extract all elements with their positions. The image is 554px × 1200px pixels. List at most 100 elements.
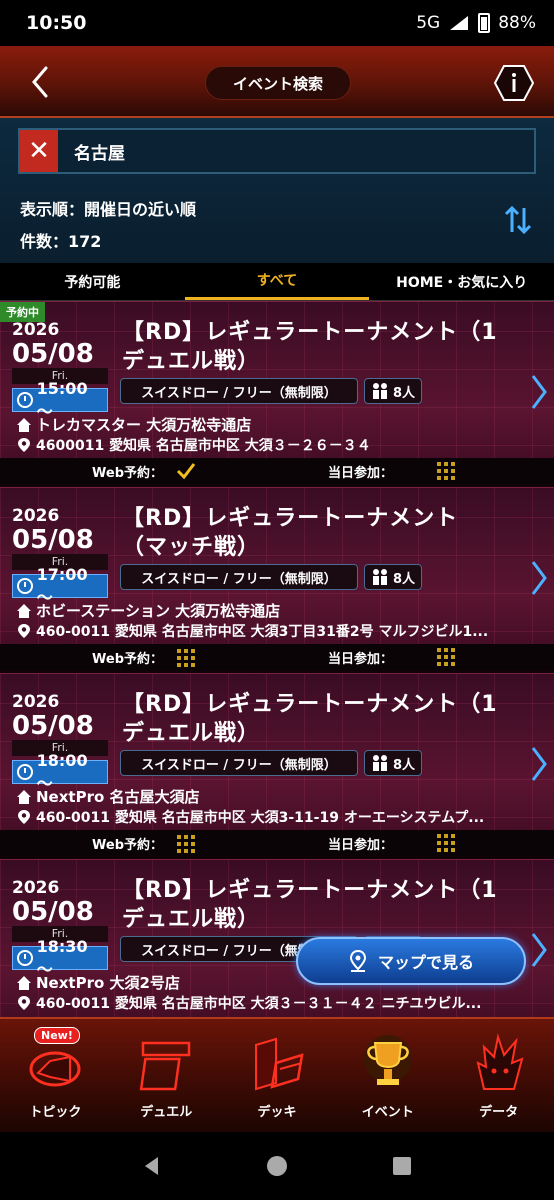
address-text: 460-0011 愛知県 名古屋市中区 大須3-11-19 オーエーシステムプ.… [36,810,485,826]
map-view-label: マップで見る [377,953,474,972]
search-field[interactable]: ✕ 名古屋 [18,128,536,174]
web-reservation-label: Web予約： [92,651,163,667]
event-card[interactable]: 予約中 2026 05/08 Fri. 15:00 〜 【RD】レギュラートーナ… [0,301,554,484]
reservation-status-row: Web予約： 当日参加： [0,830,554,856]
nav-event[interactable]: イベント [332,1019,443,1132]
nav-duel-label: デュエル [140,1105,193,1120]
event-title: 【RD】レギュラートーナメント（マッチ戦） [122,506,459,560]
capacity-text: 8人 [392,571,416,587]
capacity-tag: 8人 [364,378,422,404]
event-card[interactable]: 2026 05/08 Fri. 17:00 〜 【RD】レギュラートーナメント（… [0,487,554,670]
new-badge: New! [34,1027,80,1044]
walk-in-label: 当日参加： [328,465,394,481]
home-icon [17,789,31,804]
event-date: 05/08 [12,525,94,555]
duel-field-icon [139,1041,191,1091]
nav-data-label: データ [479,1105,519,1120]
reservation-status-row: Web予約： 当日参加： [0,644,554,670]
home-icon [17,417,31,432]
tab-reservable[interactable]: 予約可能 [0,263,185,300]
clock-icon [17,950,33,966]
map-view-button[interactable]: マップで見る [296,937,526,985]
location-pin-icon [18,996,30,1010]
capacity-tag: 8人 [364,564,422,590]
walk-in-label: 当日参加： [328,651,394,667]
event-card[interactable]: 2026 05/08 Fri. 18:00 〜 【RD】レギュラートーナメント（… [0,673,554,856]
walk-in-label: 当日参加： [328,837,394,853]
tab-all[interactable]: すべて [184,263,370,300]
unavailable-grid-icon [437,648,455,666]
unavailable-grid-icon [177,649,195,667]
back-button[interactable] [26,64,56,100]
format-tag: スイスドロー / フリー（無制限） [120,750,358,776]
unavailable-grid-icon [437,834,455,852]
clock-icon [17,578,33,594]
address-text: 460-0011 愛知県 名古屋市中区 大須3丁目31番2号 マルフジビル1..… [36,624,489,640]
event-title: 【RD】レギュラートーナメント（1デュエル戦） [122,878,498,932]
date-block: 2026 05/08 Fri. 18:30 〜 [12,878,110,979]
home-icon [17,603,31,618]
format-tag: スイスドロー / フリー（無制限） [120,564,358,590]
chevron-right-icon[interactable] [530,744,548,784]
event-time: 18:30 〜 [12,937,108,979]
chevron-right-icon[interactable] [530,558,548,598]
character-icon [476,1033,524,1090]
page-title: イベント検索 [205,66,351,100]
chevron-right-icon[interactable] [530,372,548,412]
store-name: NextPro 名古屋大須店 [16,786,200,807]
store-address: 4600011 愛知県 名古屋市中区 大須３－２６－３４ [16,435,536,455]
event-date: 05/08 [12,711,94,741]
nav-data[interactable]: データ [443,1019,554,1132]
sort-order-label: 表示順：開催日の近い順 [20,200,197,219]
status-bar: 10:50 5G 88% [0,0,554,46]
system-home-icon[interactable] [265,1154,289,1178]
location-pin-icon [18,438,30,452]
nav-duel[interactable]: デュエル [111,1019,222,1132]
nav-deck-label: デッキ [257,1105,297,1120]
event-year: 2026 [12,878,60,898]
signal-icon [450,16,469,30]
event-year: 2026 [12,506,60,526]
people-icon [372,569,387,585]
location-pin-icon [18,810,30,824]
nav-event-label: イベント [361,1105,414,1120]
event-list: 予約中 2026 05/08 Fri. 15:00 〜 【RD】レギュラートーナ… [0,301,554,1017]
home-icon [17,975,31,990]
system-nav-bar [0,1132,554,1200]
web-reservation-label: Web予約： [92,837,163,853]
people-icon [372,383,387,399]
location-pin-icon [18,624,30,638]
unavailable-grid-icon [437,462,455,480]
reservation-status-row: Web予約： 当日参加： [0,458,554,484]
nav-topics[interactable]: New! トピック [0,1019,111,1132]
bottom-nav: New! トピック デュエル デッキ イベント データ [0,1017,554,1132]
clear-search-button[interactable]: ✕ [20,130,58,172]
store-name-text: トレカマスター 大須万松寺通店 [36,416,252,434]
info-button[interactable] [494,64,534,102]
chevron-right-icon[interactable] [530,930,548,970]
event-year: 2026 [12,692,60,712]
tab-home-favorites[interactable]: HOME・お気に入り [369,263,554,300]
event-title: 【RD】レギュラートーナメント（1デュエル戦） [122,320,498,374]
web-reservation-label: Web予約： [92,465,163,481]
event-year: 2026 [12,320,60,340]
nav-deck[interactable]: デッキ [222,1019,333,1132]
status-time: 10:50 [26,12,87,34]
store-name: NextPro 大須2号店 [16,972,180,993]
clock-icon [17,764,33,780]
event-date: 05/08 [12,339,94,369]
sort-toggle-button[interactable] [502,204,534,236]
people-icon [372,755,387,771]
date-block: 2026 05/08 Fri. 18:00 〜 [12,692,110,793]
filter-tabs: 予約可能 すべて HOME・お気に入り [0,263,554,301]
store-name: トレカマスター 大須万松寺通店 [16,414,251,435]
battery-level: 88% [498,13,536,33]
app-header: イベント検索 [0,46,554,118]
battery-icon [478,13,491,33]
event-time: 15:00 〜 [12,379,108,421]
system-back-icon[interactable] [140,1154,164,1178]
system-recents-icon[interactable] [390,1154,414,1178]
capacity-tag: 8人 [364,750,422,776]
date-block: 2026 05/08 Fri. 15:00 〜 [12,320,110,421]
store-name: ホビーステーション 大須万松寺通店 [16,600,280,621]
